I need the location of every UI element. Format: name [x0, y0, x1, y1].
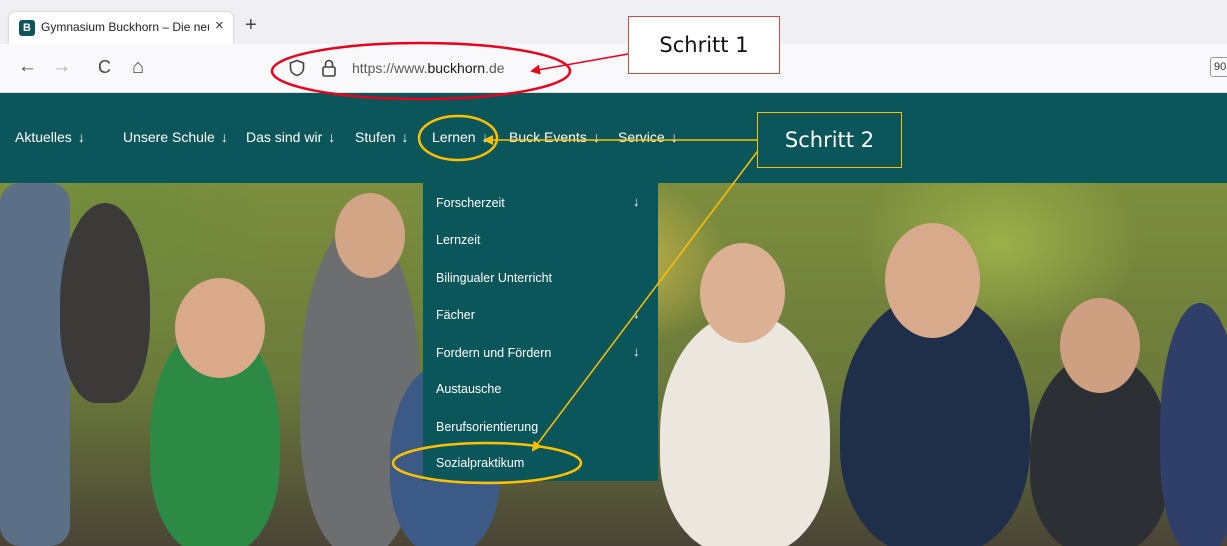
arrow-down-icon[interactable]: ↓ [633, 194, 640, 209]
menu-item-fordern-und-foerdern[interactable]: Fordern und Fördern [436, 346, 551, 360]
hero-figure [660, 313, 830, 546]
arrow-down-icon: ↓ [328, 129, 336, 145]
tracking-shield-icon [289, 59, 305, 77]
zoom-level-badge[interactable]: 90 [1210, 57, 1227, 77]
menu-item-bilingualer-unterricht[interactable]: Bilingualer Unterricht [436, 271, 552, 285]
site-navigation: Aktuelles ↓ Unsere Schule ↓ Das sind wir ↓ … [0, 93, 1227, 183]
step2-callout: Schritt 2 [757, 112, 902, 168]
hero-figure [335, 193, 405, 278]
arrow-down-icon[interactable]: ↓ [633, 344, 640, 359]
lock-icon [322, 59, 336, 77]
browser-tab[interactable]: B Gymnasium Buckhorn – Die neu × [9, 12, 233, 44]
tab-title: Gymnasium Buckhorn – Die neu [41, 20, 209, 34]
hero-figure [1060, 298, 1140, 393]
back-icon[interactable]: ← [18, 56, 37, 78]
nav-item-stufen[interactable]: Stufen ↓ [355, 129, 408, 145]
site-favicon-icon: B [19, 20, 35, 36]
close-tab-icon[interactable]: × [215, 17, 224, 34]
nav-item-das-sind-wir[interactable]: Das sind wir ↓ [246, 129, 335, 145]
arrow-down-icon: ↓ [401, 129, 409, 145]
home-icon[interactable]: ⌂ [132, 56, 144, 78]
menu-item-forscherzeit[interactable]: Forscherzeit [436, 196, 505, 210]
menu-item-berufsorientierung[interactable]: Berufsorientierung [436, 420, 538, 434]
menu-item-lernzeit[interactable]: Lernzeit [436, 233, 480, 247]
nav-item-lernen[interactable]: Lernen ↓ [432, 129, 489, 145]
url-text: https://www.buckhorn.de [352, 60, 505, 76]
browser-tab-bar: B Gymnasium Buckhorn – Die neu × + [0, 0, 1227, 44]
menu-item-faecher[interactable]: Fächer [436, 308, 475, 322]
arrow-down-icon: ↓ [220, 129, 228, 145]
hero-figure [1160, 303, 1227, 546]
arrow-down-icon[interactable]: ↓ [633, 306, 640, 321]
browser-toolbar: ← → C ⌂ https://www.buckhorn.de 90 [0, 44, 1227, 93]
reload-icon[interactable]: C [98, 56, 111, 78]
hero-figure [885, 223, 980, 338]
nav-item-aktuelles[interactable]: Aktuelles ↓ [15, 129, 85, 145]
forward-icon[interactable]: → [52, 56, 71, 78]
menu-item-sozialpraktikum[interactable]: Sozialpraktikum [436, 456, 524, 470]
nav-item-unsere-schule[interactable]: Unsere Schule ↓ [123, 129, 228, 145]
nav-item-buck-events[interactable]: Buck Events ↓ [509, 129, 600, 145]
hero-figure [175, 278, 265, 378]
lernen-dropdown-menu: Forscherzeit ↓ Lernzeit Bilingualer Unte… [423, 183, 658, 481]
hero-figure [60, 203, 150, 403]
menu-item-austausche[interactable]: Austausche [436, 382, 501, 396]
nav-item-service[interactable]: Service ↓ [618, 129, 678, 145]
hero-figure [0, 183, 70, 546]
arrow-down-icon: ↓ [592, 129, 600, 145]
hero-figure [700, 243, 785, 343]
step1-callout: Schritt 1 [628, 16, 780, 74]
arrow-down-icon: ↓ [77, 129, 85, 145]
arrow-down-icon: ↓ [670, 129, 678, 145]
arrow-down-icon: ↓ [481, 129, 489, 145]
new-tab-icon[interactable]: + [245, 15, 257, 35]
